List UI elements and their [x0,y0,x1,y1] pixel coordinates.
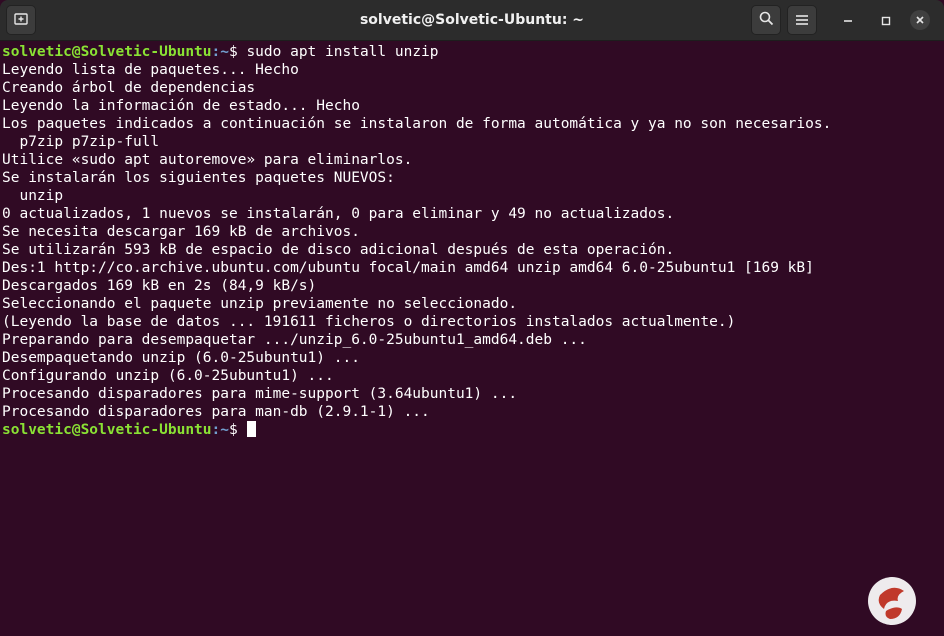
maximize-button[interactable] [874,8,898,32]
text-cursor [247,421,257,437]
maximize-icon [881,11,891,30]
new-tab-icon [14,11,28,30]
output-line: Los paquetes indicados a continuación se… [2,116,832,132]
minimize-icon [843,11,853,30]
menu-button[interactable] [787,5,817,35]
active-prompt-line[interactable]: solvetic@Solvetic-Ubuntu:~$ [2,421,930,439]
output-line: Se utilizarán 593 kB de espacio de disco… [2,242,675,258]
title-bar[interactable]: solvetic@Solvetic-Ubuntu: ~ [0,0,944,41]
output-line: Configurando unzip (6.0-25ubuntu1) ... [2,368,334,384]
output-line: Procesando disparadores para man-db (2.9… [2,404,430,420]
output-line: Leyendo lista de paquetes... Hecho [2,62,299,78]
terminal-output[interactable]: solvetic@Solvetic-Ubuntu:~$ sudo apt ins… [0,41,930,636]
hamburger-menu-icon [795,11,809,30]
output-line: Creando árbol de dependencias [2,80,256,96]
terminal-window: solvetic@Solvetic-Ubuntu: ~ solvetic@Sol… [0,0,944,636]
output-line: (Leyendo la base de datos ... 191611 fic… [2,314,736,330]
output-line: 0 actualizados, 1 nuevos se instalarán, … [2,206,675,222]
output-line: Seleccionando el paquete unzip previamen… [2,296,518,312]
output-line: p7zip p7zip-full [2,134,160,150]
output-line: Procesando disparadores para mime-suppor… [2,386,518,402]
output-line: Descargados 169 kB en 2s (84,9 kB/s) [2,278,317,294]
prompt-user-host: solvetic@Solvetic-Ubuntu [2,44,212,60]
close-button[interactable] [908,8,932,32]
close-icon [910,10,930,30]
output-line: Utilice «sudo apt autoremove» para elimi… [2,152,413,168]
new-tab-button[interactable] [6,5,36,35]
output-line: Se instalarán los siguientes paquetes NU… [2,170,395,186]
command-line: solvetic@Solvetic-Ubuntu:~$ sudo apt ins… [2,43,930,61]
output-line: Des:1 http://co.archive.ubuntu.com/ubunt… [2,260,814,276]
output-line: Leyendo la información de estado... Hech… [2,98,360,114]
search-button[interactable] [751,5,781,35]
watermark-logo [856,569,928,633]
prompt-user-host: solvetic@Solvetic-Ubuntu [2,422,212,438]
minimize-button[interactable] [836,8,860,32]
prompt-symbol: $ [228,422,247,438]
command-text: sudo apt install unzip [246,44,439,60]
prompt-symbol: $ [228,44,247,60]
search-icon [759,11,774,30]
output-line: Se necesita descargar 169 kB de archivos… [2,224,360,240]
output-line: unzip [2,188,64,204]
prompt-path: :~ [211,422,229,438]
output-line: Desempaquetando unzip (6.0-25ubuntu1) ..… [2,350,360,366]
scrollbar[interactable] [932,41,944,636]
output-line: Preparando para desempaquetar .../unzip_… [2,332,587,348]
prompt-path: :~ [211,44,229,60]
